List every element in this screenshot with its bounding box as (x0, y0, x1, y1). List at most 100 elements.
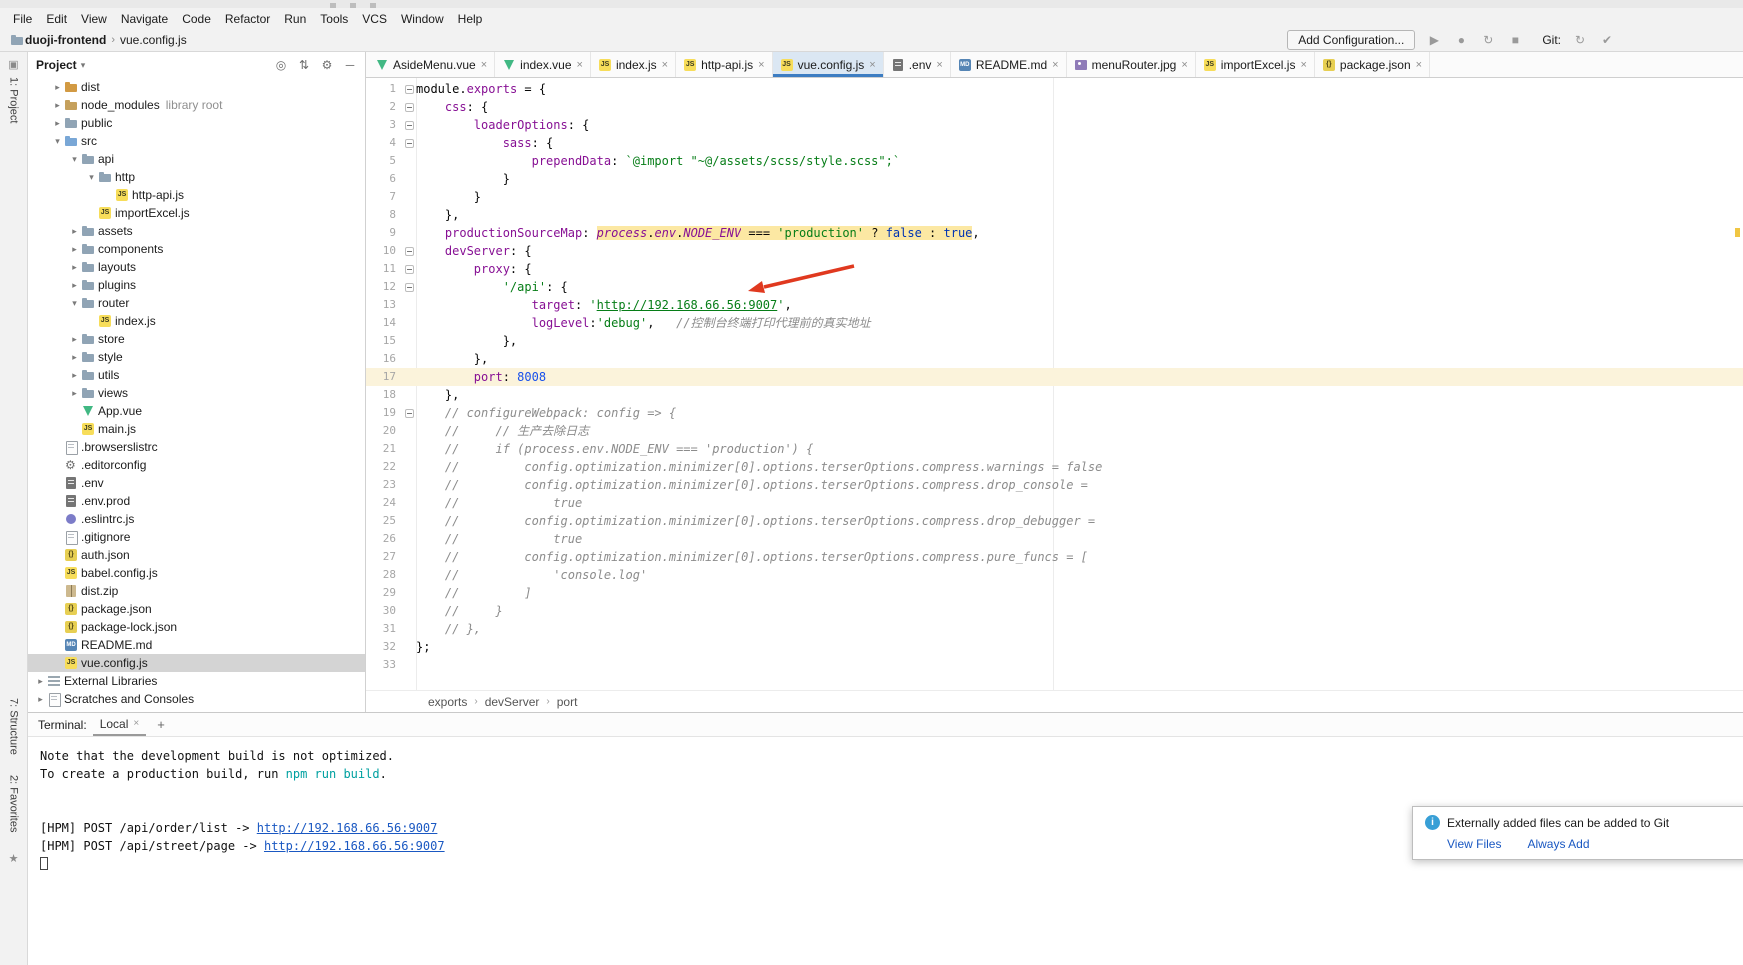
code-line[interactable]: 29 // ] (366, 584, 1743, 602)
expanded-arrow-icon[interactable]: ▾ (68, 154, 81, 165)
collapsed-arrow-icon[interactable]: ▸ (68, 226, 81, 237)
line-number[interactable]: 33 (366, 656, 402, 674)
close-icon[interactable]: × (662, 59, 668, 71)
code-line[interactable]: 15 }, (366, 332, 1743, 350)
terminal-cursor[interactable] (40, 857, 48, 870)
tab-importexcel-js[interactable]: importExcel.js× (1196, 52, 1315, 77)
tree-item-auth-json[interactable]: auth.json (28, 546, 365, 564)
fold-icon[interactable] (402, 98, 416, 116)
fold-icon[interactable] (402, 278, 416, 296)
tree-item-dist-zip[interactable]: dist.zip (28, 582, 365, 600)
line-number[interactable]: 21 (366, 440, 402, 458)
fold-icon[interactable] (402, 80, 416, 98)
line-number[interactable]: 22 (366, 458, 402, 476)
close-icon[interactable]: × (758, 59, 764, 71)
line-number[interactable]: 26 (366, 530, 402, 548)
tree-item-babel-config-js[interactable]: babel.config.js (28, 564, 365, 582)
git-update-icon[interactable]: ↻ (1572, 33, 1588, 47)
collapse-all-icon[interactable]: ⇅ (297, 58, 311, 72)
code-line[interactable]: 18 }, (366, 386, 1743, 404)
code-line[interactable]: 19 // configureWebpack: config => { (366, 404, 1743, 422)
tab-readme-md[interactable]: README.md× (951, 52, 1067, 77)
tree-item-http-api-js[interactable]: http-api.js (28, 186, 365, 204)
line-number[interactable]: 9 (366, 224, 402, 242)
code-line[interactable]: 32}; (366, 638, 1743, 656)
code-line[interactable]: 22 // config.optimization.minimizer[0].o… (366, 458, 1743, 476)
line-number[interactable]: 7 (366, 188, 402, 206)
run-icon[interactable]: ▶ (1426, 33, 1442, 47)
menu-edit[interactable]: Edit (39, 10, 74, 28)
tree-item-vue-config-js[interactable]: vue.config.js (28, 654, 365, 672)
stripe-structure-button[interactable]: 7: Structure (8, 698, 20, 755)
menu-help[interactable]: Help (451, 10, 490, 28)
line-number[interactable]: 27 (366, 548, 402, 566)
line-number[interactable]: 14 (366, 314, 402, 332)
code-line[interactable]: 30 // } (366, 602, 1743, 620)
fold-icon[interactable] (402, 134, 416, 152)
tree-item-main-js[interactable]: main.js (28, 420, 365, 438)
code-line[interactable]: 2 css: { (366, 98, 1743, 116)
line-number[interactable]: 15 (366, 332, 402, 350)
line-number[interactable]: 11 (366, 260, 402, 278)
expanded-arrow-icon[interactable]: ▾ (51, 136, 64, 147)
new-terminal-icon[interactable]: + (152, 717, 170, 732)
line-number[interactable]: 32 (366, 638, 402, 656)
tab-asidemenu-vue[interactable]: AsideMenu.vue× (368, 52, 495, 77)
project-panel-title[interactable]: Project (36, 58, 77, 72)
code-line[interactable]: 12 '/api': { (366, 278, 1743, 296)
tree-item-env[interactable]: .env (28, 474, 365, 492)
tab-index-js[interactable]: index.js× (591, 52, 676, 77)
expanded-arrow-icon[interactable]: ▾ (85, 172, 98, 183)
hide-panel-icon[interactable]: ─ (343, 58, 357, 72)
close-icon[interactable]: × (481, 59, 487, 71)
line-number[interactable]: 4 (366, 134, 402, 152)
code-line[interactable]: 31 // }, (366, 620, 1743, 638)
tree-item-components[interactable]: ▸components (28, 240, 365, 258)
tree-item-browserslistrc[interactable]: .browserslistrc (28, 438, 365, 456)
code-line[interactable]: 17 port: 8008 (366, 368, 1743, 386)
menu-vcs[interactable]: VCS (355, 10, 394, 28)
collapsed-arrow-icon[interactable]: ▸ (51, 118, 64, 129)
star-icon[interactable]: ★ (9, 852, 19, 865)
line-number[interactable]: 29 (366, 584, 402, 602)
code-line[interactable]: 3 loaderOptions: { (366, 116, 1743, 134)
code-line[interactable]: 4 sass: { (366, 134, 1743, 152)
tree-item-utils[interactable]: ▸utils (28, 366, 365, 384)
code-line[interactable]: 14 logLevel:'debug', //控制台终端打印代理前的真实地址 (366, 314, 1743, 332)
close-icon[interactable]: × (577, 59, 583, 71)
tab-index-vue[interactable]: index.vue× (495, 52, 591, 77)
menu-tools[interactable]: Tools (313, 10, 355, 28)
code-line[interactable]: 13 target: 'http://192.168.66.56:9007', (366, 296, 1743, 314)
line-number[interactable]: 19 (366, 404, 402, 422)
line-number[interactable]: 24 (366, 494, 402, 512)
tree-item-views[interactable]: ▸views (28, 384, 365, 402)
always-add-link[interactable]: Always Add (1527, 837, 1589, 851)
close-icon[interactable]: × (1416, 59, 1422, 71)
fold-icon[interactable] (402, 242, 416, 260)
line-number[interactable]: 10 (366, 242, 402, 260)
menu-window[interactable]: Window (394, 10, 451, 28)
code-line[interactable]: 5 prependData: `@import "~@/assets/scss/… (366, 152, 1743, 170)
code-line[interactable]: 24 // true (366, 494, 1743, 512)
line-number[interactable]: 13 (366, 296, 402, 314)
line-number[interactable]: 3 (366, 116, 402, 134)
code-line[interactable]: 28 // 'console.log' (366, 566, 1743, 584)
code-line[interactable]: 33 (366, 656, 1743, 674)
code-line[interactable]: 8 }, (366, 206, 1743, 224)
close-icon[interactable]: × (1300, 59, 1306, 71)
tree-item-store[interactable]: ▸store (28, 330, 365, 348)
line-number[interactable]: 31 (366, 620, 402, 638)
close-icon[interactable]: × (869, 59, 875, 71)
menu-navigate[interactable]: Navigate (114, 10, 175, 28)
tree-item-package-lock-json[interactable]: package-lock.json (28, 618, 365, 636)
tab-vue-config-js[interactable]: vue.config.js× (773, 52, 884, 77)
tab-env[interactable]: .env× (884, 52, 951, 77)
code-line[interactable]: 25 // config.optimization.minimizer[0].o… (366, 512, 1743, 530)
terminal-link[interactable]: http://192.168.66.56:9007 (264, 839, 445, 853)
tree-item-env-prod[interactable]: .env.prod (28, 492, 365, 510)
line-number[interactable]: 12 (366, 278, 402, 296)
tab-http-api-js[interactable]: http-api.js× (676, 52, 772, 77)
line-number[interactable]: 25 (366, 512, 402, 530)
line-number[interactable]: 1 (366, 80, 402, 98)
line-number[interactable]: 8 (366, 206, 402, 224)
